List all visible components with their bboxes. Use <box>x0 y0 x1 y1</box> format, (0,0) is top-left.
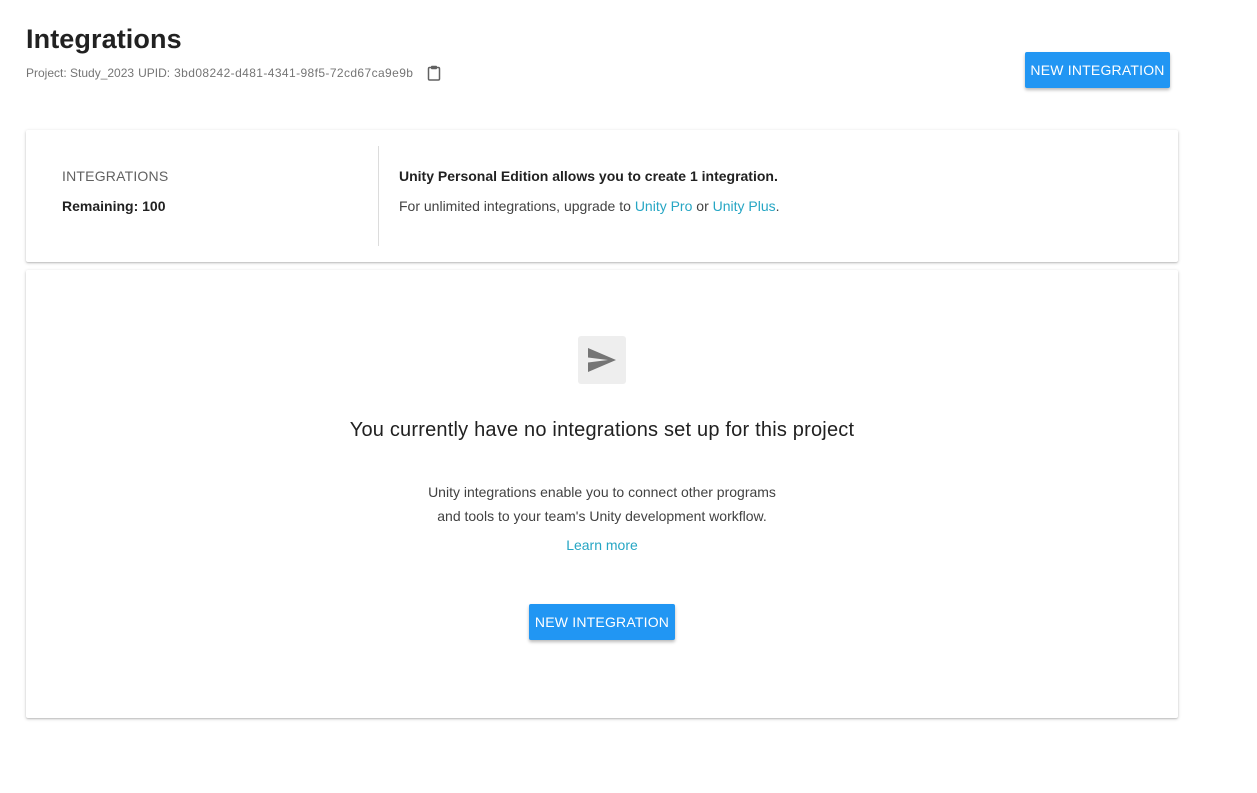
edition-text: Unity Personal Edition allows you to cre… <box>399 168 778 184</box>
page-title: Integrations <box>26 24 182 54</box>
learn-more-container: Learn more <box>26 537 1178 553</box>
description-line-1: Unity integrations enable you to connect… <box>428 484 776 500</box>
upgrade-prefix: For unlimited integrations, upgrade to <box>399 198 631 214</box>
edition-info-section: Unity Personal Edition allows you to cre… <box>399 168 780 214</box>
empty-state-card: You currently have no integrations set u… <box>26 270 1178 718</box>
empty-state-title: You currently have no integrations set u… <box>349 419 855 441</box>
integrations-count-section: INTEGRATIONS Remaining: 100 <box>62 168 168 214</box>
upgrade-suffix: . <box>775 198 780 214</box>
new-integration-button-center[interactable]: NEW INTEGRATION <box>529 604 675 640</box>
remaining-count: Remaining: 100 <box>62 198 166 214</box>
upid-label: UPID: <box>138 66 171 80</box>
empty-state-description: Unity integrations enable you to connect… <box>26 480 1178 528</box>
upgrade-text: For unlimited integrations, upgrade to U… <box>399 198 780 214</box>
new-integration-button[interactable]: NEW INTEGRATION <box>1025 52 1170 88</box>
description-line-2: and tools to your team's Unity developme… <box>437 508 767 524</box>
project-name: Project: Study_2023 <box>26 66 135 80</box>
upgrade-or: or <box>696 198 709 214</box>
clipboard-icon[interactable] <box>425 64 443 82</box>
divider <box>378 146 379 246</box>
integrations-summary-card: INTEGRATIONS Remaining: 100 Unity Person… <box>26 130 1178 262</box>
unity-plus-link[interactable]: Unity Plus <box>713 198 776 214</box>
upid-value: 3bd08242-d481-4341-98f5-72cd67ca9e9b <box>174 66 414 80</box>
learn-more-link[interactable]: Learn more <box>566 537 638 553</box>
send-icon <box>578 336 626 384</box>
project-info: Project: Study_2023 UPID: 3bd08242-d481-… <box>26 64 443 82</box>
unity-pro-link[interactable]: Unity Pro <box>635 198 693 214</box>
integrations-label: INTEGRATIONS <box>62 168 169 184</box>
